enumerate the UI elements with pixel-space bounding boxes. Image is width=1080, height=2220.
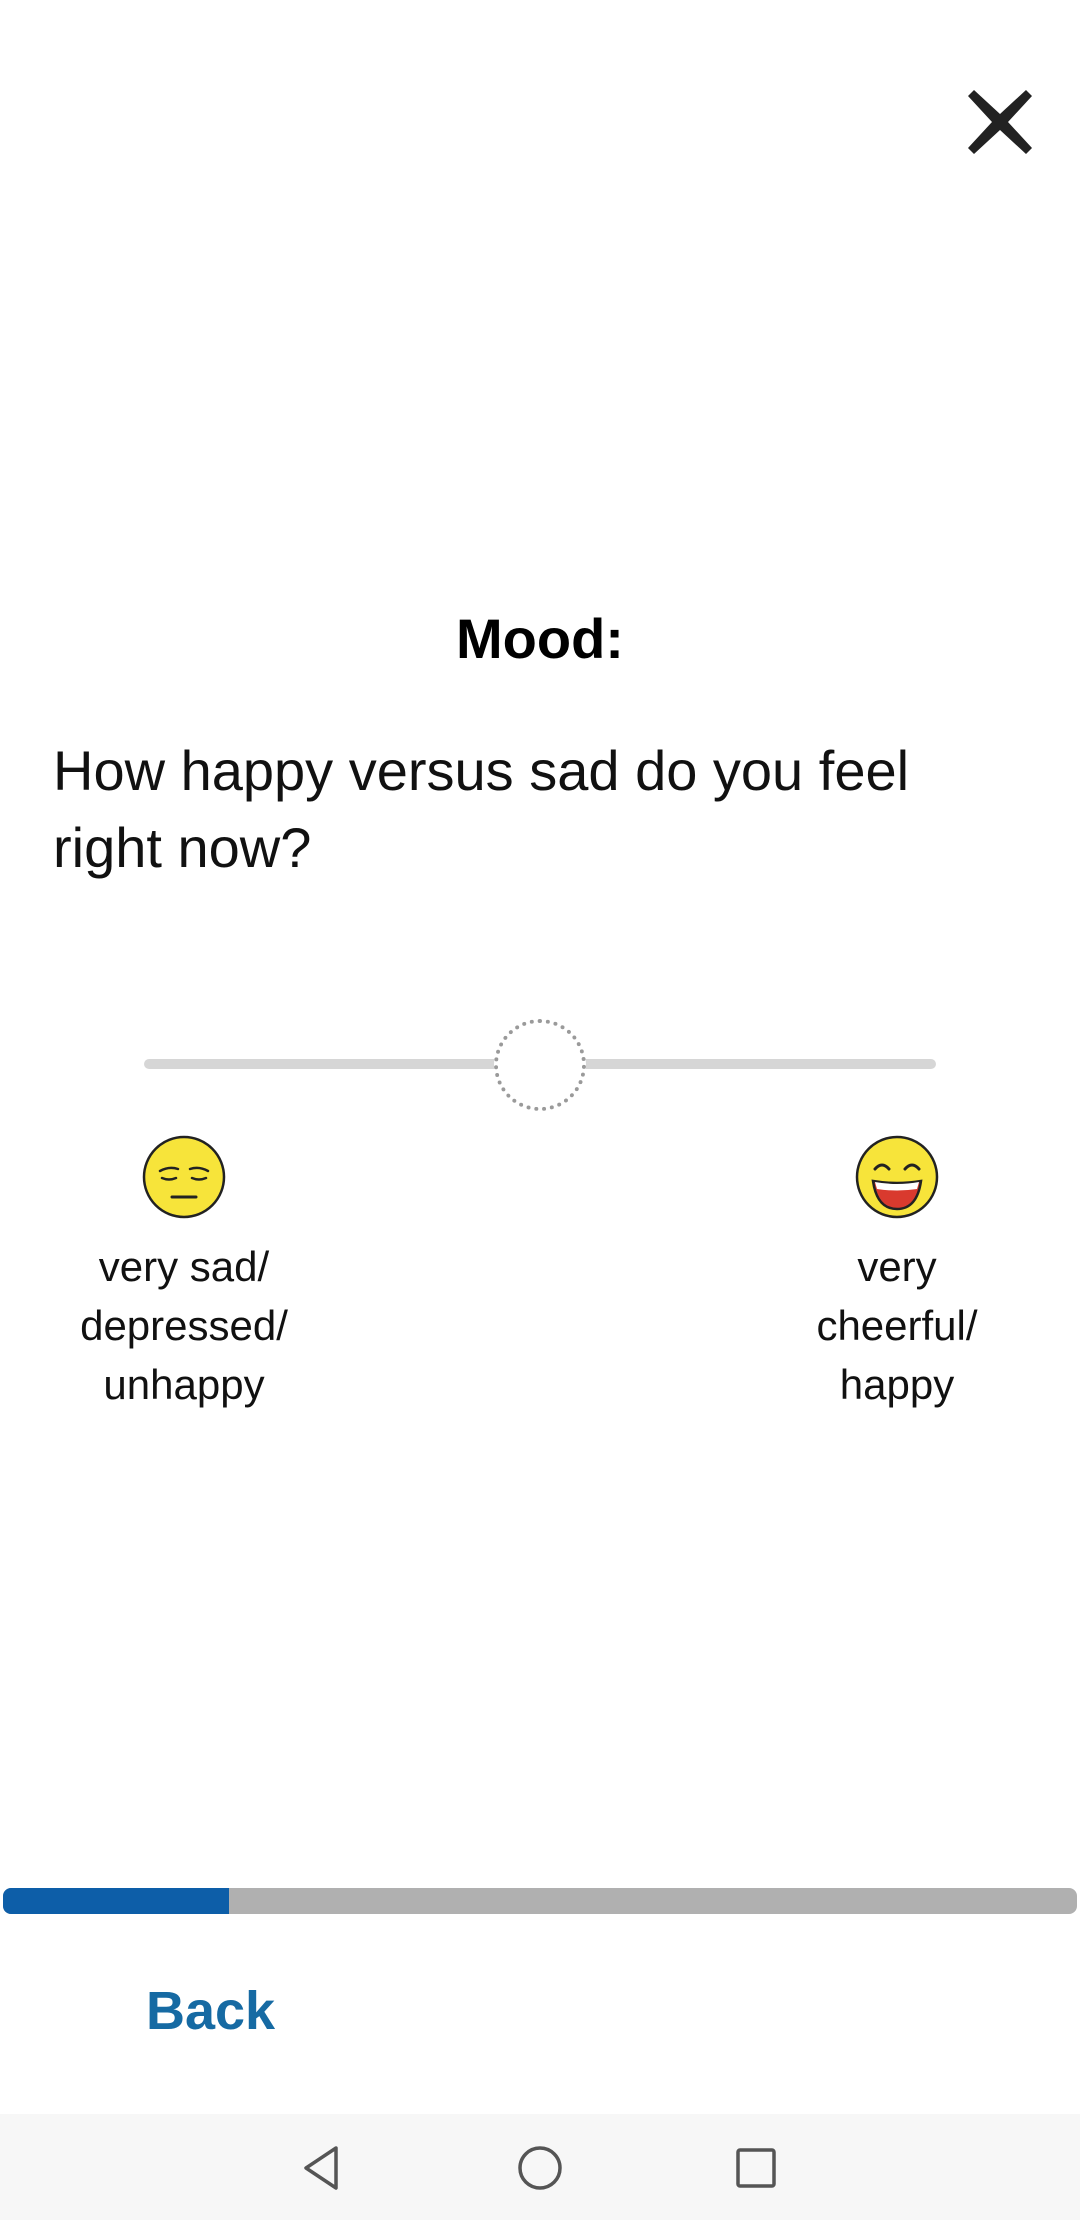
back-button[interactable]: Back <box>146 1980 275 2042</box>
anchor-left-line: very sad/ <box>98 1243 270 1290</box>
mood-survey-screen: Mood: How happy versus sad do you feel r… <box>0 0 1080 2220</box>
survey-progress-fill <box>3 1888 229 1914</box>
anchor-right-line: happy <box>839 1361 955 1408</box>
question-title: Mood: <box>456 607 624 670</box>
grinning-face-icon <box>855 1135 939 1219</box>
close-x-icon <box>968 90 1032 154</box>
close-button[interactable] <box>968 90 1032 154</box>
nav-home-button[interactable] <box>512 2140 568 2196</box>
anchor-left-line: unhappy <box>103 1361 265 1408</box>
nav-back-button[interactable] <box>294 2140 350 2196</box>
sad-face-icon <box>142 1135 226 1219</box>
anchor-right-label: very cheerful/ happy <box>757 1237 1037 1414</box>
anchor-left: very sad/ depressed/ unhappy <box>44 1135 324 1414</box>
anchor-right-line: cheerful/ <box>816 1302 978 1349</box>
home-circle-icon <box>518 2146 562 2190</box>
anchor-left-line: depressed/ <box>80 1302 288 1349</box>
slider-thumb[interactable] <box>494 1019 586 1111</box>
anchor-left-label: very sad/ depressed/ unhappy <box>44 1237 324 1414</box>
mood-slider[interactable] <box>140 1015 940 1115</box>
survey-progress-bar <box>3 1888 1077 1914</box>
anchor-right: very cheerful/ happy <box>757 1135 1037 1414</box>
recents-square-icon <box>736 2148 776 2188</box>
anchor-right-line: very <box>857 1243 937 1290</box>
nav-recents-button[interactable] <box>728 2140 784 2196</box>
back-triangle-icon <box>304 2146 338 2190</box>
system-nav-bar <box>0 2114 1080 2220</box>
question-text: How happy versus sad do you feel right n… <box>53 739 910 879</box>
